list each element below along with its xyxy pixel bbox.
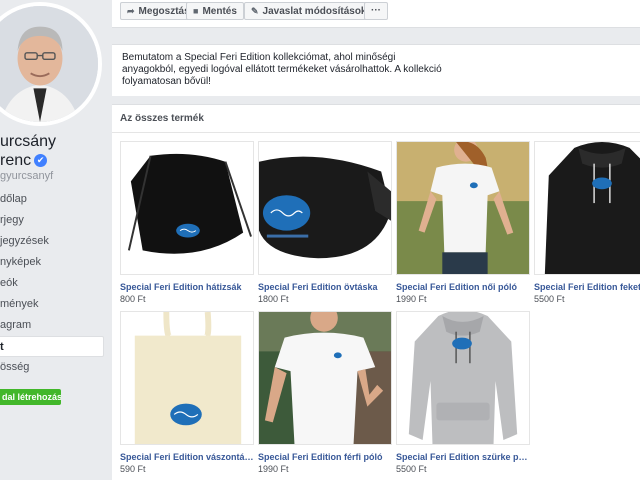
product-title[interactable]: Special Feri Edition férfi póló — [258, 452, 392, 462]
product-card[interactable]: Special Feri Edition szürke pul... 5500 … — [396, 311, 530, 474]
product-title[interactable]: Special Feri Edition fekete p — [534, 282, 640, 292]
share-label: Megosztás — [138, 6, 190, 17]
profile-name-line1: urcsány — [0, 133, 57, 150]
profile-name[interactable]: urcsány renc ✔ — [0, 132, 56, 170]
section-divider — [112, 132, 640, 133]
more-icon: ··· — [371, 5, 381, 16]
profile-name-line2: renc — [0, 152, 32, 169]
sidebar-item-photos[interactable]: nyképek — [0, 252, 104, 273]
section-title: Az összes termék — [120, 113, 204, 124]
product-card[interactable]: Special Feri Edition övtáska 1800 Ft — [258, 141, 392, 304]
left-sidebar: urcsány renc ✔ gyurcsanyf dőlap rjegy je… — [0, 0, 108, 480]
sidebar-item-videos[interactable]: eók — [0, 273, 104, 294]
facebook-page: urcsány renc ✔ gyurcsanyf dőlap rjegy je… — [0, 0, 640, 480]
sidebar-item-notes[interactable]: jegyzések — [0, 231, 104, 252]
product-price: 1990 Ft — [258, 464, 289, 474]
save-button[interactable]: ■ Mentés — [186, 2, 244, 20]
suggest-edits-button[interactable]: ✎ Javaslat módosításokra — [244, 2, 383, 20]
verified-badge-icon: ✔ — [34, 154, 48, 167]
product-card[interactable]: Special Feri Edition férfi póló 1990 Ft — [258, 311, 392, 474]
product-card[interactable]: Special Feri Edition vászontáska 590 Ft — [120, 311, 254, 474]
product-card[interactable]: Special Feri Edition fekete p 5500 Ft — [534, 141, 640, 304]
shop-about-card: Bemutatom a Special Feri Edition kollekc… — [112, 44, 640, 96]
products-section: Az összes termék Special Feri Edition há… — [112, 104, 640, 480]
page-action-toolbar: ➦ Megosztás ■ Mentés ✎ Javaslat módosítások… — [112, 0, 640, 28]
suggest-label: Javaslat módosításokra — [262, 6, 376, 17]
create-page-button[interactable]: dal létrehozása — [0, 389, 61, 405]
profile-handle[interactable]: gyurcsanyf — [0, 170, 53, 182]
more-options-button[interactable]: ··· — [364, 2, 388, 20]
product-price: 5500 Ft — [396, 464, 427, 474]
sidebar-item-about[interactable]: rjegy — [0, 210, 104, 231]
product-price: 1800 Ft — [258, 294, 289, 304]
product-image-fanny-pack[interactable] — [258, 141, 392, 275]
share-icon: ➦ — [127, 6, 135, 16]
product-title[interactable]: Special Feri Edition szürke pul... — [396, 452, 530, 462]
profile-handle-text: gyurcsanyf — [0, 170, 54, 182]
product-image-drawstring-bag[interactable] — [120, 141, 254, 275]
product-image-grey-hoodie[interactable] — [396, 311, 530, 445]
sidebar-item-events[interactable]: mények — [0, 294, 104, 315]
product-price: 800 Ft — [120, 294, 146, 304]
product-price: 1990 Ft — [396, 294, 427, 304]
product-title[interactable]: Special Feri Edition vászontáska — [120, 452, 254, 462]
sidebar-nav: dőlap rjegy jegyzések nyképek eók mények… — [0, 189, 104, 378]
product-title[interactable]: Special Feri Edition hátizsák — [120, 282, 254, 292]
product-image-womens-tshirt[interactable] — [396, 141, 530, 275]
shop-description: Bemutatom a Special Feri Edition kollekc… — [122, 52, 442, 87]
sidebar-item-community[interactable]: össég — [0, 357, 104, 378]
product-price: 590 Ft — [120, 464, 146, 474]
profile-avatar[interactable] — [0, 2, 102, 126]
product-title[interactable]: Special Feri Edition női póló — [396, 282, 530, 292]
product-title[interactable]: Special Feri Edition övtáska — [258, 282, 392, 292]
sidebar-item-home[interactable]: dőlap — [0, 189, 104, 210]
bookmark-icon: ■ — [193, 6, 199, 16]
pencil-icon: ✎ — [251, 6, 259, 16]
product-card[interactable]: Special Feri Edition hátizsák 800 Ft — [120, 141, 254, 304]
product-image-mens-tshirt[interactable] — [258, 311, 392, 445]
product-image-tote-bag[interactable] — [120, 311, 254, 445]
sidebar-item-shop[interactable]: t — [0, 336, 104, 357]
product-card[interactable]: Special Feri Edition női póló 1990 Ft — [396, 141, 530, 304]
save-label: Mentés — [202, 6, 237, 17]
product-price: 5500 Ft — [534, 294, 565, 304]
product-image-black-hoodie[interactable] — [534, 141, 640, 275]
sidebar-item-instagram[interactable]: agram — [0, 315, 104, 336]
profile-photo — [0, 6, 98, 122]
